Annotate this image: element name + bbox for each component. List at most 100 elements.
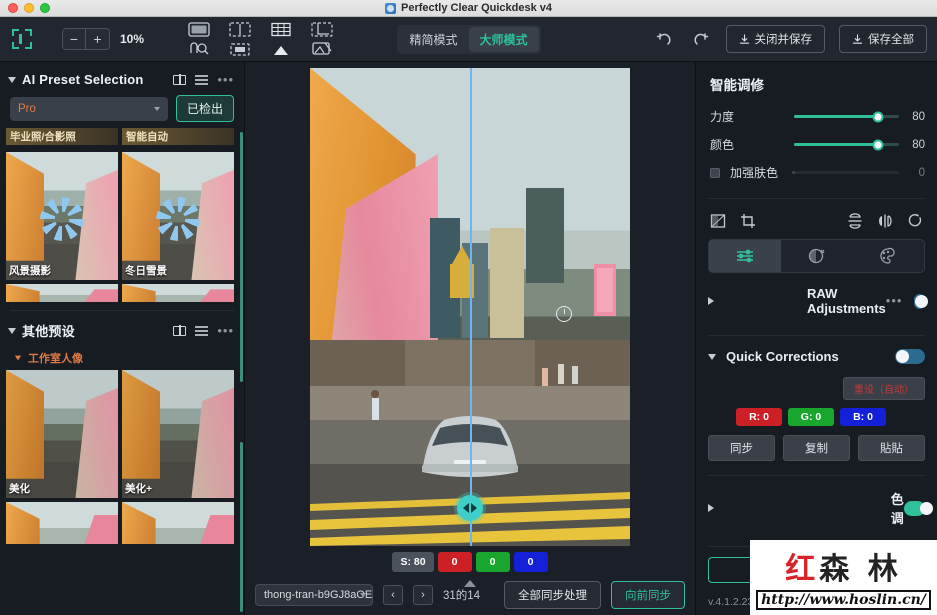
preset-preview-image bbox=[122, 370, 234, 498]
slider-track[interactable] bbox=[792, 171, 899, 174]
loading-spinner-icon bbox=[40, 197, 84, 241]
zoom-level-label: 10% bbox=[120, 32, 144, 46]
more-options-icon[interactable]: ••• bbox=[217, 76, 234, 84]
watermark-overlay: 红 森 林 http://www.hoslin.cn/ bbox=[750, 540, 937, 615]
tab-color-palette[interactable] bbox=[852, 240, 924, 272]
slider-knob[interactable] bbox=[873, 139, 884, 150]
left-scrollbar[interactable] bbox=[240, 442, 243, 612]
preset-thumbnail[interactable] bbox=[122, 284, 234, 302]
preset-preview-image bbox=[6, 370, 118, 498]
sync-forward-button[interactable]: 向前同步 bbox=[611, 581, 685, 609]
mode-master-button[interactable]: 大师模式 bbox=[469, 27, 539, 52]
close-and-save-button[interactable]: 关闭并保存 bbox=[726, 25, 826, 53]
rotate-icon[interactable] bbox=[907, 213, 923, 229]
slider-track[interactable] bbox=[794, 143, 899, 146]
zoom-in-button[interactable]: + bbox=[86, 28, 110, 50]
chevron-right-icon[interactable] bbox=[708, 504, 881, 512]
chevron-down-icon[interactable] bbox=[8, 328, 16, 334]
chevron-down-icon[interactable] bbox=[15, 356, 21, 361]
chevron-down-icon[interactable] bbox=[708, 354, 716, 360]
preset-thumbnail[interactable]: 冬日雪景 bbox=[122, 152, 234, 280]
section-tone[interactable]: 色调 bbox=[696, 476, 937, 540]
preset-thumbnail[interactable]: 美化 bbox=[6, 370, 118, 498]
grid-view-icon[interactable] bbox=[173, 75, 186, 85]
watermark-url: http://www.hoslin.cn/ bbox=[756, 590, 931, 610]
preset-thumbnail[interactable]: 风景摄影 bbox=[6, 152, 118, 280]
list-view-icon[interactable] bbox=[195, 75, 208, 85]
image-edit-icon bbox=[312, 41, 332, 56]
app-logo-icon bbox=[12, 29, 32, 49]
watermark-brand-red: 红 bbox=[785, 544, 819, 588]
section-toggle[interactable] bbox=[914, 294, 925, 309]
preset-preview-image bbox=[6, 502, 118, 544]
flip-horizontal-icon[interactable] bbox=[877, 213, 893, 229]
preset-thumbnail[interactable] bbox=[6, 284, 118, 302]
redo-icon[interactable] bbox=[690, 28, 712, 50]
action-button-row: 同步 复制 貼貼 bbox=[696, 426, 937, 461]
histogram-icon[interactable] bbox=[710, 213, 726, 229]
save-all-button[interactable]: 保存全部 bbox=[839, 25, 927, 53]
slider-row-color: 颜色 80 bbox=[696, 136, 937, 164]
compare-icon-group[interactable] bbox=[225, 22, 255, 56]
list-view-icon[interactable] bbox=[195, 326, 208, 336]
mode-simple-button[interactable]: 精简模式 bbox=[398, 27, 468, 52]
detected-button[interactable]: 已检出 bbox=[176, 95, 234, 122]
reset-auto-button[interactable]: 重设（自动） bbox=[843, 377, 925, 400]
chevron-right-icon[interactable] bbox=[708, 297, 797, 305]
section-toggle[interactable] bbox=[895, 349, 925, 364]
paste-button[interactable]: 貼貼 bbox=[858, 435, 925, 461]
file-select[interactable]: thong-tran-b9GJ8aOES bbox=[255, 584, 373, 606]
preset-subgroup-header[interactable]: 工作室人像 bbox=[0, 348, 244, 370]
preset-thumbnail[interactable]: 美化+ bbox=[122, 370, 234, 498]
tab-sliders[interactable] bbox=[709, 240, 781, 272]
grid-view-icon[interactable] bbox=[173, 326, 186, 336]
slider-label: 力度 bbox=[710, 108, 794, 125]
sync-button[interactable]: 同步 bbox=[708, 435, 775, 461]
crop-overlay-icon-group[interactable] bbox=[307, 22, 337, 56]
more-options-icon[interactable]: ••• bbox=[886, 297, 903, 305]
toolbar-right-group: 关闭并保存 保存全部 bbox=[654, 25, 928, 53]
next-image-button[interactable]: › bbox=[413, 585, 433, 605]
before-after-divider[interactable] bbox=[470, 68, 472, 546]
undo-icon[interactable] bbox=[654, 28, 676, 50]
download-icon bbox=[739, 34, 750, 45]
copy-button[interactable]: 复制 bbox=[783, 435, 850, 461]
main-body: AI Preset Selection ••• Pro 已检出 毕业照/合影照 … bbox=[0, 62, 937, 615]
bottom-bar: thong-tran-b9GJ8aOES ‹ › 31的14 全部同步处理 向前… bbox=[245, 581, 695, 609]
prev-image-button[interactable]: ‹ bbox=[383, 585, 403, 605]
chevron-down-icon[interactable] bbox=[8, 77, 16, 83]
preset-thumbnail[interactable] bbox=[6, 502, 118, 544]
split-view-handle[interactable] bbox=[457, 495, 483, 521]
section-toggle[interactable] bbox=[904, 501, 925, 516]
crop-icon[interactable] bbox=[740, 213, 756, 229]
profile-row: Pro 已检出 bbox=[0, 95, 244, 128]
top-toolbar: − + 10% bbox=[0, 17, 937, 62]
image-preview[interactable] bbox=[310, 68, 630, 546]
grid-icon-group[interactable] bbox=[266, 22, 296, 56]
left-scrollbar[interactable] bbox=[240, 132, 243, 382]
preview-icon-group[interactable] bbox=[184, 22, 214, 56]
more-options-icon[interactable]: ••• bbox=[217, 327, 234, 335]
ai-preset-section-header[interactable]: AI Preset Selection ••• bbox=[0, 62, 244, 95]
flip-vertical-icon[interactable] bbox=[847, 213, 863, 229]
tab-noise-reduction[interactable] bbox=[781, 240, 853, 272]
slider-row-strength: 力度 80 bbox=[696, 108, 937, 136]
profile-select[interactable]: Pro bbox=[10, 97, 168, 121]
other-preset-section-header[interactable]: 其他预设 ••• bbox=[0, 319, 244, 348]
section-raw-adjustments[interactable]: RAW Adjustments ••• bbox=[696, 273, 937, 329]
section-quick-corrections[interactable]: Quick Corrections bbox=[696, 336, 937, 377]
green-chip[interactable]: G: 0 bbox=[788, 408, 834, 426]
inspect-icon bbox=[189, 41, 209, 56]
red-chip[interactable]: R: 0 bbox=[736, 408, 782, 426]
window-title-wrap: Perfectly Clear Quickdesk v4 bbox=[0, 2, 937, 14]
preset-thumbnail[interactable] bbox=[122, 502, 234, 544]
loading-spinner-icon bbox=[156, 197, 200, 241]
zoom-out-button[interactable]: − bbox=[62, 28, 86, 50]
right-tool-row bbox=[696, 199, 937, 239]
sync-all-button[interactable]: 全部同步处理 bbox=[504, 581, 601, 609]
skin-tone-checkbox[interactable] bbox=[710, 168, 720, 178]
slider-track[interactable] bbox=[794, 115, 899, 118]
slider-knob[interactable] bbox=[873, 111, 884, 122]
blue-chip[interactable]: B: 0 bbox=[840, 408, 886, 426]
preset-name: 风景摄影 bbox=[9, 263, 51, 278]
